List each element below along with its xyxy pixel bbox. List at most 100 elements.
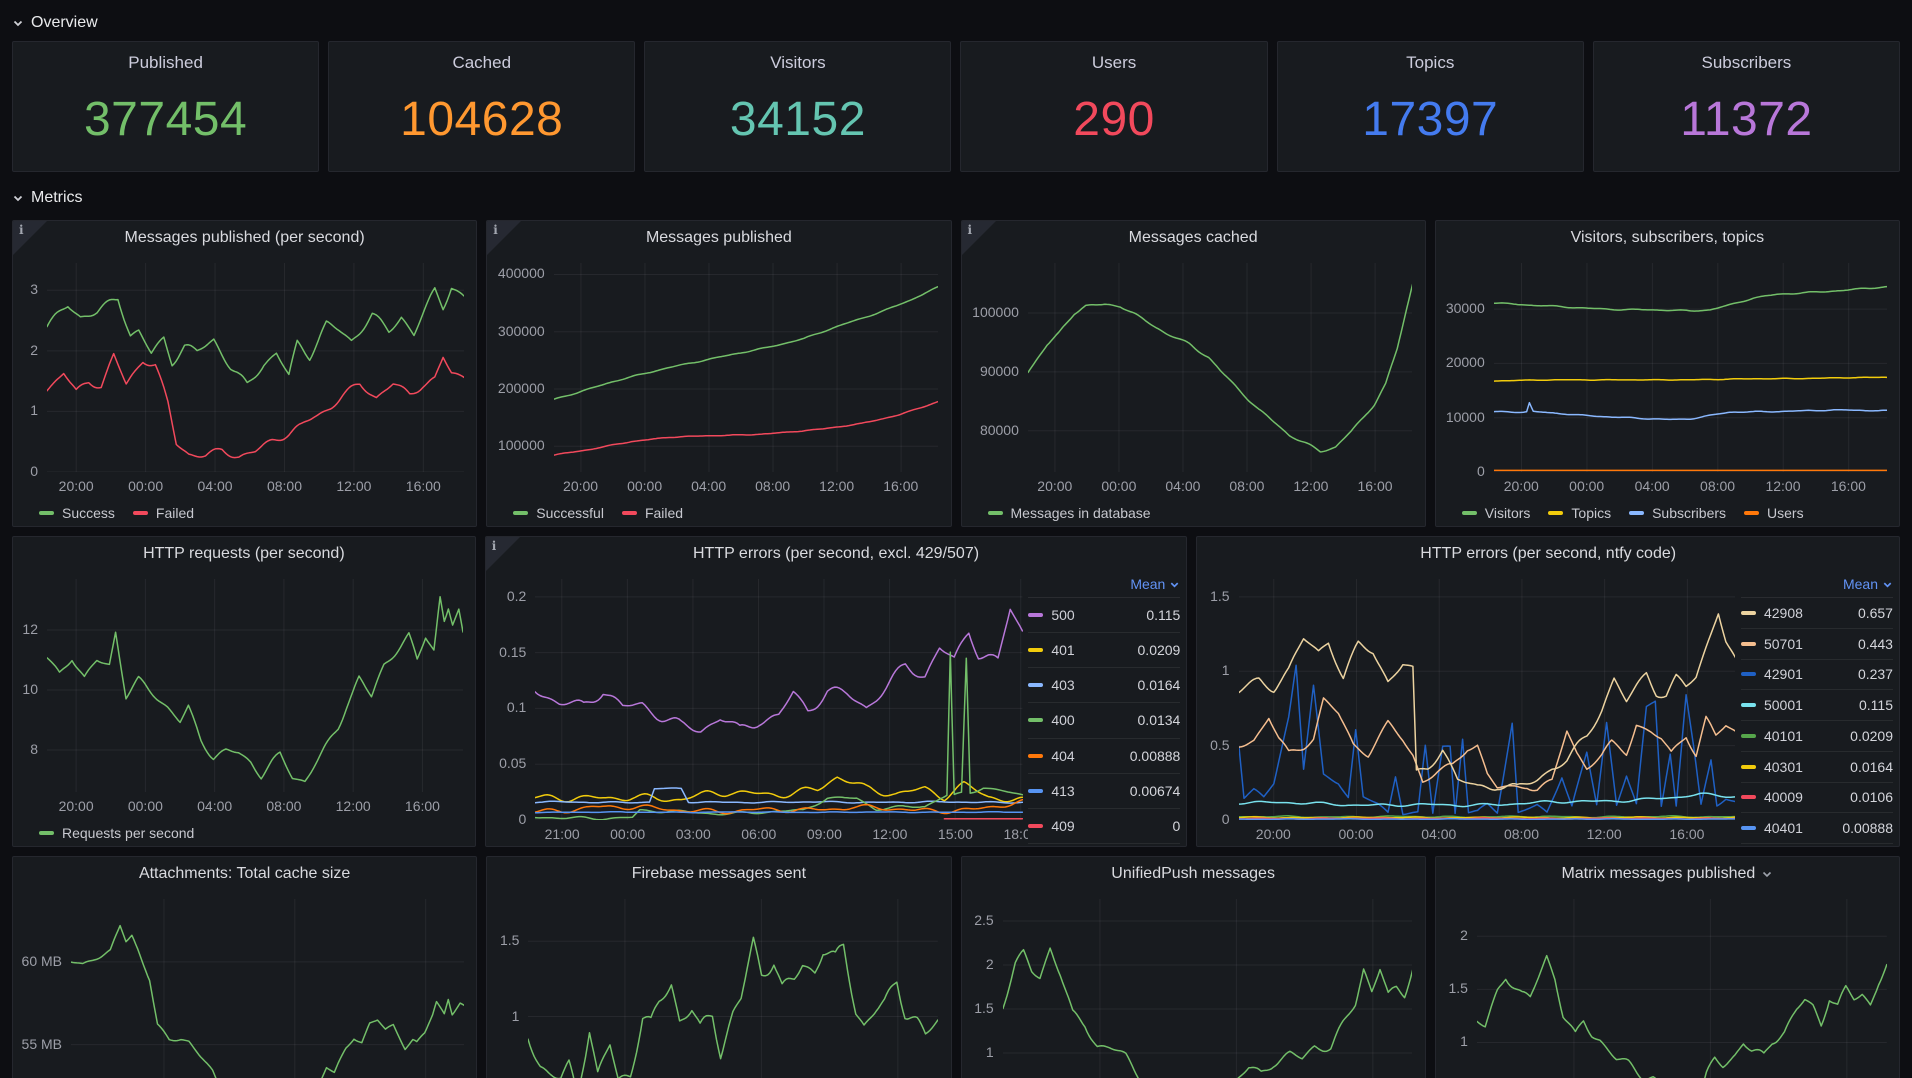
y-axis-label: 10 [13,681,38,697]
info-icon: i [492,539,497,553]
x-axis-label: 12:00 [872,826,907,842]
legend-row-400[interactable]: 4000.0134 [1028,703,1180,738]
legend-label: 42901 [1764,666,1803,682]
legend-row-50001[interactable]: 500010.115 [1741,690,1893,721]
chart-canvas[interactable] [1028,263,1413,472]
stat-title: Visitors [645,53,950,73]
panel-title-row: Messages published [487,221,950,255]
legend-item-subscribers[interactable]: Subscribers [1629,505,1726,521]
legend-item-successful[interactable]: Successful [513,505,604,521]
stat-value: 377454 [13,73,318,171]
legend-row-409[interactable]: 4090 [1028,809,1180,844]
panel-title-row: Visitors, subscribers, topics [1436,221,1899,255]
x-axis-label: 09:00 [807,826,842,842]
y-axis-label: 80000 [962,422,1019,438]
chevron-down-icon [12,17,24,29]
legend-label: 40009 [1764,789,1803,805]
series-line-firebase-messages-sent [528,937,938,1078]
legend-swatch [513,511,528,515]
legend-item-users[interactable]: Users [1744,505,1804,521]
legend: Successful Failed [513,505,683,521]
legend-item-failed[interactable]: Failed [133,505,194,521]
legend-label: 500 [1051,607,1074,623]
series-line-40401 [1239,819,1736,820]
legend-row-40009[interactable]: 40009 0.0106 [1741,783,1893,814]
section-overview-toggle[interactable]: Overview [12,14,1900,32]
legend-item-topics[interactable]: Topics [1548,505,1611,521]
stat-value: 104628 [329,73,634,171]
legend-item-failed[interactable]: Failed [622,505,683,521]
chart-canvas[interactable] [528,899,938,1078]
chart-canvas[interactable] [47,579,463,792]
chart-canvas[interactable] [1494,263,1887,472]
chart-canvas[interactable] [535,579,1022,820]
section-metrics-toggle[interactable]: Metrics [12,189,1900,207]
grafana-dashboard: Overview Published377454Cached104628 Visi… [0,0,1912,1078]
x-axis-label: 16:00 [1357,478,1392,494]
stat-title: Published [13,53,318,73]
legend-swatch [1741,795,1756,799]
chart-canvas[interactable] [71,899,464,1078]
legend-mean-value: 0.443 [1858,636,1893,652]
info-icon: i [968,223,973,237]
legend-row-42908[interactable]: 429080.657 [1741,598,1893,629]
panel-http-errors-per-second-ntfy-code-: HTTP errors (per second, ntfy code)00.51… [1196,536,1900,847]
y-axis-label: 20000 [1436,354,1485,370]
panel-title-row: Attachments: Total cache size [13,857,476,891]
y-axis-label: 1.5 [487,932,519,948]
series-line-401 [535,777,1022,802]
panel-body: 8101220:0000:0004:0008:0012:0016:00Reque… [13,571,475,846]
stat-title: Users [961,53,1266,73]
legend-row-413[interactable]: 4130.00674 [1028,774,1180,809]
legend-label: 42908 [1764,605,1803,621]
chart-canvas[interactable] [1003,899,1413,1078]
legend-row-500[interactable]: 5000.115 [1028,598,1180,633]
chart-canvas[interactable] [554,263,939,472]
chart-canvas[interactable] [47,263,464,472]
legend-row-50701[interactable]: 507010.443 [1741,629,1893,660]
metrics-row-2: HTTP requests (per second)8101220:0000:0… [12,536,1900,847]
y-axis-label: 200000 [487,380,544,396]
stat-title: Subscribers [1594,53,1899,73]
legend-mean-value: 0.0209 [1850,728,1893,744]
series-line-42908 [1239,614,1736,790]
legend-item-visitors[interactable]: Visitors [1462,505,1531,521]
x-axis-label: 04:00 [691,478,726,494]
stat-value: 34152 [645,73,950,171]
chevron-down-icon[interactable] [1761,868,1773,880]
legend-row-40101[interactable]: 401010.0209 [1741,721,1893,752]
legend-row-401[interactable]: 4010.0209 [1028,633,1180,668]
chart-canvas[interactable] [1477,899,1887,1078]
legend-swatch [1741,765,1756,769]
chevron-down-icon [1169,579,1180,590]
series-line-matrix-messages-published [1477,956,1887,1078]
y-axis-label: 1 [13,402,38,418]
legend-row-40401[interactable]: 404010.00888 [1741,813,1893,844]
chart-canvas[interactable] [1239,579,1736,820]
y-axis-label: 2 [962,956,994,972]
legend-row-404[interactable]: 4040.00888 [1028,739,1180,774]
y-axis-label: 2.5 [962,912,994,928]
panel-body: 10000020000030000040000020:0000:0004:000… [487,255,950,526]
legend-mean-sort-header[interactable]: Mean [1741,571,1893,598]
legend-row-42901[interactable]: 429010.237 [1741,660,1893,691]
legend: Requests per second [39,825,194,841]
legend-row-40301[interactable]: 403010.0164 [1741,752,1893,783]
legend-item-requests-per-second[interactable]: Requests per second [39,825,194,841]
panel-http-errors-per-second-excl-429-507-: iHTTP errors (per second, excl. 429/507)… [485,536,1188,847]
legend-mean-sort-header[interactable]: Mean [1028,571,1180,598]
x-axis-label: 21:00 [545,826,580,842]
legend-label: 403 [1051,677,1074,693]
y-axis-label: 1 [1197,662,1229,678]
metrics-row-1: iMessages published (per second)012320:0… [12,220,1900,527]
stat-panel-cached: Cached104628 [328,41,635,172]
panel-title: Messages cached [1129,229,1258,247]
legend-item-success[interactable]: Success [39,505,115,521]
panel-http-requests-per-second-: HTTP requests (per second)8101220:0000:0… [12,536,476,847]
stat-value: 290 [961,73,1266,171]
legend-row-403[interactable]: 4030.0164 [1028,668,1180,703]
panel-title[interactable]: Matrix messages published [1561,865,1755,883]
series-line-visitors [1494,287,1887,312]
legend-item-messages-in-database[interactable]: Messages in database [988,505,1151,521]
legend-mean-value: 0.0106 [1850,789,1893,805]
